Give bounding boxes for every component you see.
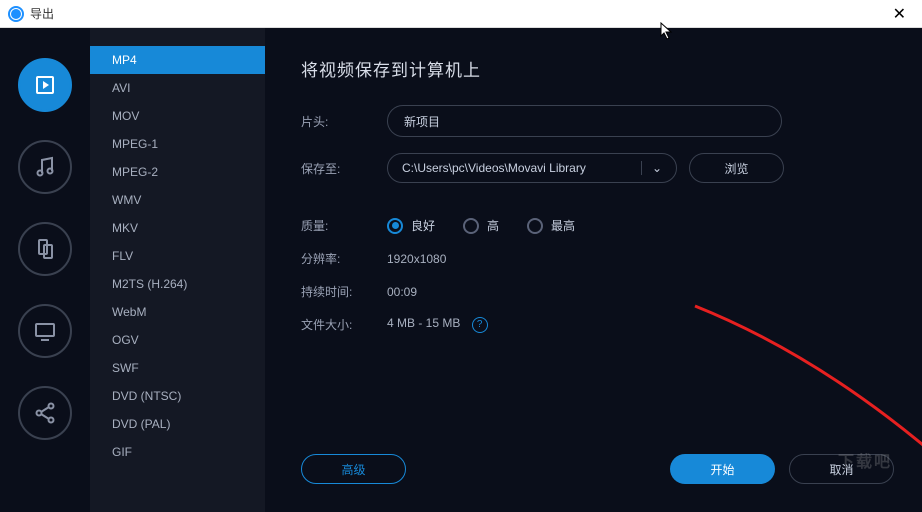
format-item-gif[interactable]: GIF: [90, 438, 265, 466]
content-pane: 将视频保存到计算机上 片头: 保存至: C:\Users\pc\Videos\M…: [265, 28, 922, 512]
rail-video-icon[interactable]: [18, 58, 72, 112]
saveto-label: 保存至:: [301, 160, 387, 177]
quality-good[interactable]: 良好: [387, 217, 435, 234]
advanced-button[interactable]: 高级: [301, 454, 406, 484]
format-item-mp4[interactable]: MP4: [90, 46, 265, 74]
format-item-m2ts[interactable]: M2TS (H.264): [90, 270, 265, 298]
resolution-label: 分辨率:: [301, 250, 387, 267]
format-item-avi[interactable]: AVI: [90, 74, 265, 102]
quality-highest[interactable]: 最高: [527, 217, 575, 234]
rail-share-icon[interactable]: [18, 386, 72, 440]
app-icon: [8, 6, 24, 22]
titlebar: 导出 ✕: [0, 0, 922, 28]
filesize-row: 文件大小: 4 MB - 15 MB ?: [301, 316, 894, 333]
name-row: 片头:: [301, 105, 894, 137]
radio-icon: [527, 218, 543, 234]
filesize-value: 4 MB - 15 MB ?: [387, 316, 488, 333]
format-list: MP4 AVI MOV MPEG-1 MPEG-2 WMV MKV FLV M2…: [90, 28, 265, 512]
format-item-mkv[interactable]: MKV: [90, 214, 265, 242]
window-title: 导出: [30, 5, 885, 22]
close-icon[interactable]: ✕: [885, 4, 914, 24]
filesize-label: 文件大小:: [301, 316, 387, 333]
format-item-swf[interactable]: SWF: [90, 354, 265, 382]
quality-row: 质量: 良好 高 最高: [301, 217, 894, 234]
rail-audio-icon[interactable]: [18, 140, 72, 194]
help-icon[interactable]: ?: [472, 317, 488, 333]
cancel-button[interactable]: 取消: [789, 454, 894, 484]
name-input[interactable]: [387, 105, 782, 137]
radio-icon: [463, 218, 479, 234]
duration-row: 持续时间: 00:09: [301, 283, 894, 300]
format-item-wmv[interactable]: WMV: [90, 186, 265, 214]
category-rail: [0, 28, 90, 512]
format-item-mpeg1[interactable]: MPEG-1: [90, 130, 265, 158]
duration-value: 00:09: [387, 285, 417, 299]
rail-tv-icon[interactable]: [18, 304, 72, 358]
chevron-down-icon: ⌄: [641, 161, 662, 175]
format-item-webm[interactable]: WebM: [90, 298, 265, 326]
duration-label: 持续时间:: [301, 283, 387, 300]
footer-buttons: 高级 开始 取消: [301, 454, 894, 484]
format-item-mpeg2[interactable]: MPEG-2: [90, 158, 265, 186]
format-item-mov[interactable]: MOV: [90, 102, 265, 130]
saveto-path: C:\Users\pc\Videos\Movavi Library: [402, 161, 633, 175]
name-label: 片头:: [301, 113, 387, 130]
saveto-select[interactable]: C:\Users\pc\Videos\Movavi Library ⌄: [387, 153, 677, 183]
format-item-flv[interactable]: FLV: [90, 242, 265, 270]
resolution-value: 1920x1080: [387, 252, 446, 266]
format-item-dvd-pal[interactable]: DVD (PAL): [90, 410, 265, 438]
page-title: 将视频保存到计算机上: [301, 56, 894, 81]
browse-button[interactable]: 浏览: [689, 153, 784, 183]
radio-icon: [387, 218, 403, 234]
quality-label: 质量:: [301, 217, 387, 234]
start-button[interactable]: 开始: [670, 454, 775, 484]
format-item-ogv[interactable]: OGV: [90, 326, 265, 354]
resolution-row: 分辨率: 1920x1080: [301, 250, 894, 267]
quality-high[interactable]: 高: [463, 217, 499, 234]
main-area: MP4 AVI MOV MPEG-1 MPEG-2 WMV MKV FLV M2…: [0, 28, 922, 512]
rail-mobile-icon[interactable]: [18, 222, 72, 276]
quality-radio-group: 良好 高 最高: [387, 217, 575, 234]
format-item-dvd-ntsc[interactable]: DVD (NTSC): [90, 382, 265, 410]
saveto-row: 保存至: C:\Users\pc\Videos\Movavi Library ⌄…: [301, 153, 894, 183]
